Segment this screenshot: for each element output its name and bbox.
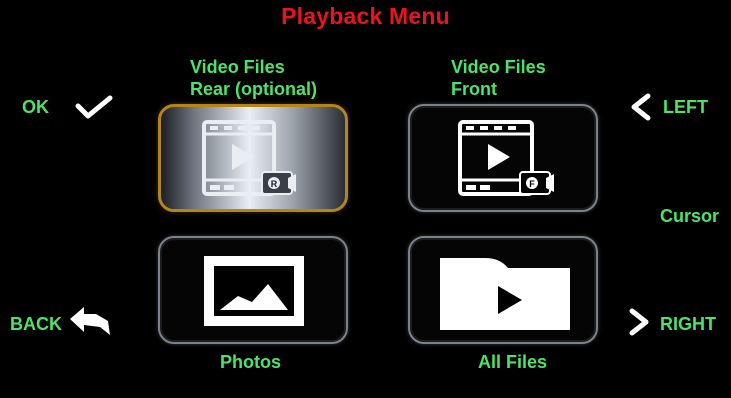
tile-label-all-files: All Files (478, 352, 548, 372)
cursor-hint-label: Cursor (660, 206, 720, 226)
chevron-right-icon[interactable] (626, 307, 652, 337)
photo-icon (204, 256, 304, 326)
chevron-left-icon[interactable] (628, 92, 654, 122)
back-arrow-icon[interactable] (66, 305, 116, 337)
folder-play-icon (440, 258, 570, 330)
photos-button[interactable] (158, 236, 348, 344)
svg-text:R: R (271, 179, 278, 189)
tile-label-line1: Video Files (451, 57, 546, 77)
tile-label-video-front: Video Files Front (451, 56, 546, 100)
svg-text:F: F (529, 179, 535, 189)
video-rear-icon: R (202, 120, 296, 196)
tile-label-line2: Front (451, 79, 497, 99)
video-files-rear-button[interactable]: R (158, 104, 348, 212)
tile-label-line1: Video Files (190, 57, 285, 77)
page-title: Playback Menu (281, 3, 450, 29)
tile-label-line2: Rear (optional) (190, 79, 318, 99)
tile-label-photos: Photos (220, 352, 281, 372)
tile-label-video-rear: Video Files Rear (optional) (190, 56, 317, 100)
left-hint-label: LEFT (663, 97, 708, 117)
back-hint-label: BACK (10, 314, 62, 334)
right-hint-label: RIGHT (660, 314, 716, 334)
video-front-icon: F (458, 120, 554, 196)
ok-hint-label: OK (22, 97, 49, 117)
video-files-front-button[interactable]: F (408, 104, 598, 212)
playback-menu-screen: Playback Menu Video Files Rear (optional… (0, 0, 731, 398)
checkmark-icon[interactable] (74, 94, 114, 120)
all-files-button[interactable] (408, 236, 598, 344)
